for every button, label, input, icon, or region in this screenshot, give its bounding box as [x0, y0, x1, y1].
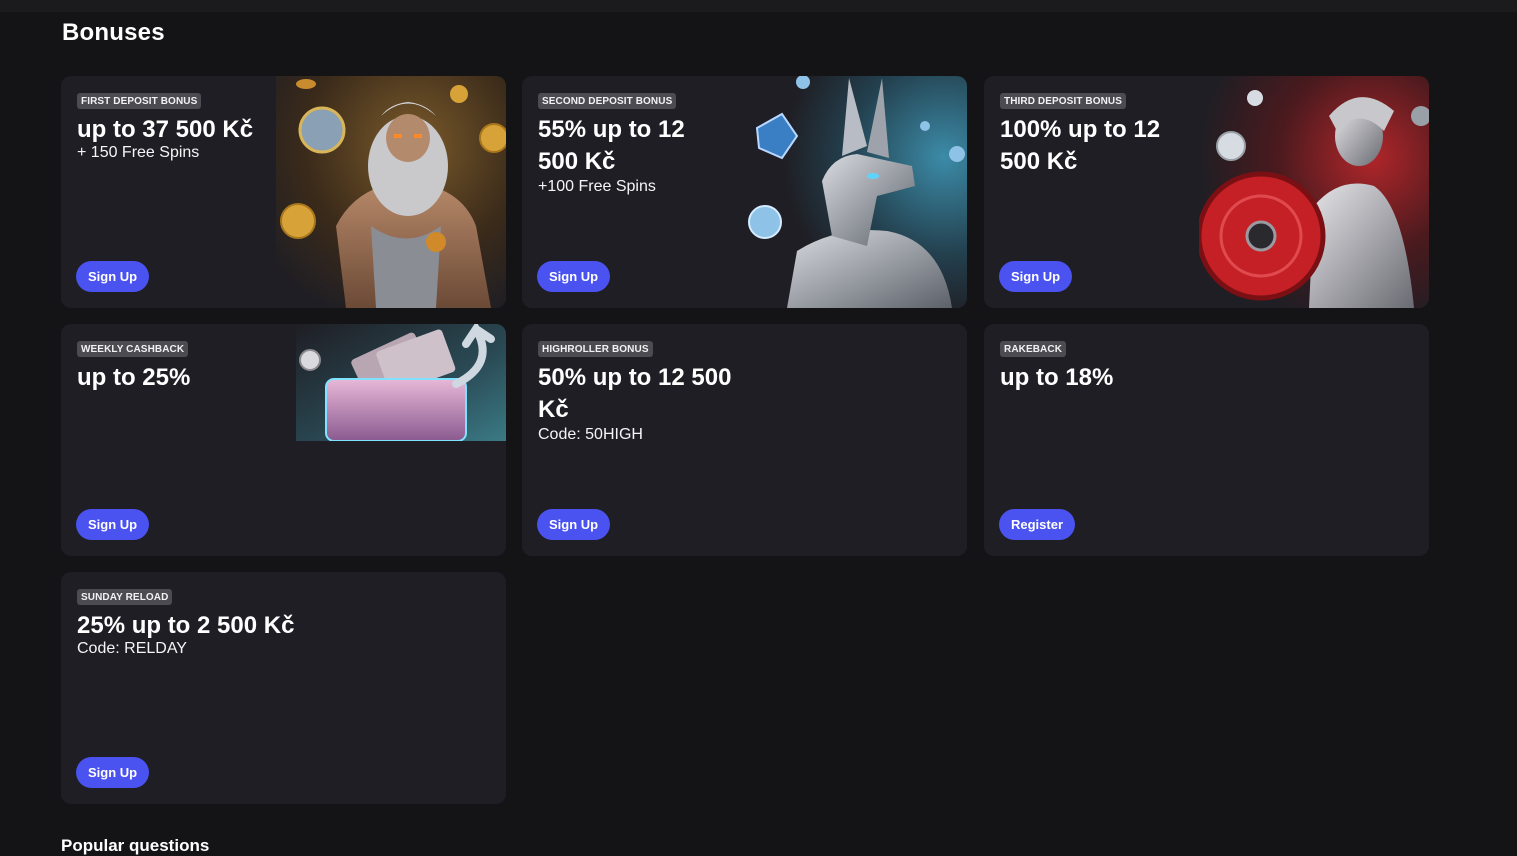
- sign-up-button[interactable]: Sign Up: [76, 757, 150, 788]
- sign-up-button[interactable]: Sign Up: [76, 509, 150, 540]
- bonus-tag: FIRST DEPOSIT BONUS: [77, 93, 202, 109]
- bonus-card-second-deposit: SECOND DEPOSIT BONUS 55% up to 12 500 Kč…: [522, 76, 967, 308]
- bonus-headline: up to 18%: [1000, 364, 1114, 391]
- bonus-card-weekly-cashback: WEEKLY CASHBACK up to 25% Sign Up: [61, 324, 506, 556]
- bonus-headline: 100% up to 12 500 Kč: [1000, 116, 1161, 175]
- bonus-tag: THIRD DEPOSIT BONUS: [1000, 93, 1127, 109]
- page-title: Bonuses: [62, 19, 165, 46]
- anubis-illustration: [737, 76, 967, 308]
- bonus-headline: 55% up to 12 500 Kč: [538, 116, 685, 175]
- bonus-headline: up to 37 500 Kč: [77, 116, 254, 143]
- popular-questions-heading: Popular questions: [61, 836, 210, 855]
- bonus-tag: HIGHROLLER BONUS: [538, 341, 653, 357]
- zeus-illustration: [276, 76, 506, 308]
- bonus-subtext: +100 Free Spins: [538, 178, 656, 195]
- bonus-promo-code: Code: 50HIGH: [538, 426, 643, 443]
- bonus-subtext: + 150 Free Spins: [77, 144, 200, 161]
- bonus-headline: up to 25%: [77, 364, 191, 391]
- cashback-wallet-illustration: [296, 324, 506, 441]
- bonus-tag: SUNDAY RELOAD: [77, 589, 173, 605]
- bonus-card-sunday-reload: SUNDAY RELOAD 25% up to 2 500 Kč Code: R…: [61, 572, 506, 804]
- bonus-card-first-deposit: FIRST DEPOSIT BONUS up to 37 500 Kč + 15…: [61, 76, 506, 308]
- bonus-card-third-deposit: THIRD DEPOSIT BONUS 100% up to 12 500 Kč…: [984, 76, 1429, 308]
- sign-up-button[interactable]: Sign Up: [537, 509, 611, 540]
- bonus-tag: WEEKLY CASHBACK: [77, 341, 189, 357]
- sign-up-button[interactable]: Sign Up: [999, 261, 1073, 292]
- bonus-tag: SECOND DEPOSIT BONUS: [538, 93, 677, 109]
- top-bar: [0, 0, 1517, 12]
- bonus-tag: RAKEBACK: [1000, 341, 1067, 357]
- bonus-headline: 50% up to 12 500 Kč: [538, 364, 732, 423]
- sign-up-button[interactable]: Sign Up: [537, 261, 611, 292]
- bonus-headline: 25% up to 2 500 Kč: [77, 612, 295, 639]
- bonus-promo-code: Code: RELDAY: [77, 640, 187, 657]
- register-button[interactable]: Register: [999, 509, 1076, 540]
- bonus-card-highroller: HIGHROLLER BONUS 50% up to 12 500 Kč Cod…: [522, 324, 967, 556]
- sign-up-button[interactable]: Sign Up: [76, 261, 150, 292]
- bonus-card-rakeback: RAKEBACK up to 18% Register: [984, 324, 1429, 556]
- athena-illustration: [1199, 76, 1429, 308]
